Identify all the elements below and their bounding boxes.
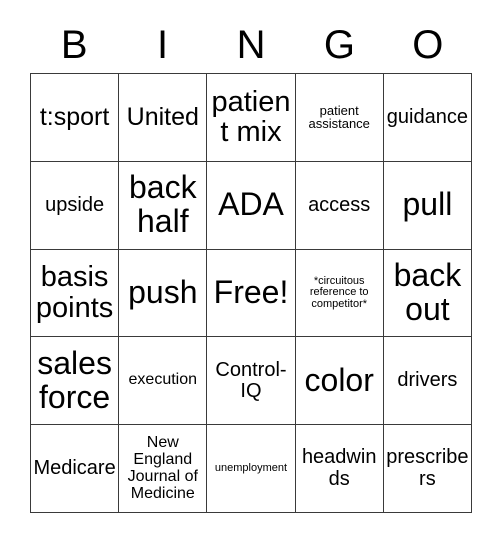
bingo-cell-r5c5[interactable]: prescribers: [383, 425, 472, 513]
bingo-cell-label: patient assistance: [308, 102, 370, 132]
bingo-cell-r2c5[interactable]: pull: [383, 161, 472, 250]
bingo-cell-label: headwinds: [301, 446, 377, 490]
bingo-header-letter-i: I: [157, 22, 169, 67]
bingo-cell-label: execution: [128, 371, 198, 389]
bingo-cell-r1c1[interactable]: t:sport: [31, 74, 120, 162]
bingo-cell-label: *circuitous reference to competitor*: [309, 274, 369, 310]
bingo-cell-r4c2[interactable]: execution: [119, 337, 208, 426]
bingo-header-letter-g: G: [323, 22, 355, 67]
bingo-cell-r4c4[interactable]: color: [295, 337, 384, 426]
bingo-cell-r2c3[interactable]: ADA: [207, 161, 296, 250]
bingo-header-letter-b: B: [60, 22, 88, 67]
bingo-cell-label: back out: [393, 257, 462, 327]
bingo-cell-label: basis points: [35, 261, 114, 324]
bingo-cell-label: unemployment: [214, 461, 288, 474]
bingo-cell-r5c2[interactable]: New England Journal of Medicine: [119, 425, 208, 513]
bingo-cell-r1c3[interactable]: patient mix: [207, 74, 296, 162]
bingo-cell-r3c2[interactable]: push: [119, 249, 208, 338]
bingo-cell-label: New England Journal of Medicine: [127, 433, 198, 502]
bingo-cell-label: ADA: [218, 186, 284, 223]
bingo-cell-label: Medicare: [33, 457, 116, 479]
bingo-cell-r5c1[interactable]: Medicare: [31, 425, 120, 513]
bingo-cell-r5c3[interactable]: unemployment: [207, 425, 296, 513]
bingo-cell-label: pull: [402, 186, 453, 223]
bingo-cell-label: Free!: [213, 274, 289, 311]
bingo-cell-r1c2[interactable]: United: [119, 74, 208, 162]
bingo-header-letter-o: O: [412, 22, 444, 67]
bingo-header-letter-n: N: [236, 22, 266, 67]
bingo-cell-r3c5[interactable]: back out: [383, 249, 472, 338]
bingo-cell-label: sales force: [37, 344, 112, 415]
bingo-cell-label: upside: [45, 193, 105, 216]
bingo-cell-r2c1[interactable]: upside: [31, 161, 120, 250]
bingo-cell-free-space[interactable]: Free!: [207, 249, 296, 338]
bingo-cell-label: t:sport: [39, 103, 110, 132]
bingo-cell-label: United: [126, 103, 199, 132]
bingo-header-row: B I N G O: [30, 16, 472, 73]
bingo-cell-label: prescribers: [386, 446, 469, 490]
bingo-cell-label: drivers: [397, 369, 458, 392]
bingo-cell-label: guidance: [386, 105, 468, 128]
bingo-cell-label: Control-IQ: [215, 358, 287, 402]
bingo-card: B I N G O t:sport United patient mix pat…: [0, 0, 500, 544]
bingo-cell-r4c3[interactable]: Control-IQ: [207, 337, 296, 426]
bingo-cell-r1c5[interactable]: guidance: [383, 74, 472, 162]
bingo-cell-r3c4[interactable]: *circuitous reference to competitor*: [295, 249, 384, 338]
bingo-cell-r4c1[interactable]: sales force: [31, 337, 120, 426]
bingo-cell-label: color: [304, 361, 374, 398]
bingo-grid: t:sport United patient mix patient assis…: [30, 73, 472, 513]
bingo-cell-r3c1[interactable]: basis points: [31, 249, 120, 338]
bingo-cell-r5c4[interactable]: headwinds: [295, 425, 384, 513]
bingo-cell-label: push: [128, 274, 198, 311]
bingo-cell-r2c2[interactable]: back half: [119, 161, 208, 250]
bingo-cell-label: back half: [128, 169, 197, 240]
bingo-cell-r2c4[interactable]: access: [295, 161, 384, 250]
bingo-cell-r1c4[interactable]: patient assistance: [295, 74, 384, 162]
bingo-cell-label: patient mix: [211, 85, 291, 149]
bingo-cell-r4c5[interactable]: drivers: [383, 337, 472, 426]
bingo-cell-label: access: [308, 193, 371, 216]
